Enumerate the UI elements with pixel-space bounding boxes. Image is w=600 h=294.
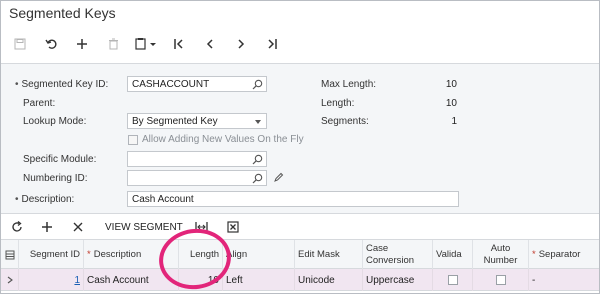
parent-label: Parent: — [23, 98, 56, 109]
max-length-label: Max Length: — [321, 79, 377, 90]
cell-align[interactable]: Left — [223, 269, 295, 291]
delete-row-icon[interactable] — [73, 220, 83, 234]
table-row[interactable]: 1 Cash Account 10 Left Unicode Uppercase… — [1, 269, 599, 291]
cell-auto-number[interactable] — [473, 269, 529, 291]
col-align[interactable]: Align — [223, 240, 295, 269]
refresh-icon[interactable] — [11, 220, 23, 234]
segments-label: Segments: — [321, 116, 369, 127]
view-segment-label: VIEW SEGMENT — [105, 221, 183, 233]
page-title: Segmented Keys — [9, 5, 116, 21]
cell-separator[interactable]: - — [529, 269, 599, 291]
add-icon[interactable] — [71, 35, 93, 53]
chevron-down-icon — [255, 120, 261, 124]
grid-header: Segment ID * Description Length Align Edi… — [1, 239, 599, 269]
description-field[interactable]: Cash Account — [127, 191, 459, 207]
lookup-mode-label: Lookup Mode: — [23, 116, 87, 127]
specific-module-label: Specific Module: — [23, 154, 97, 165]
allow-adding-label: Allow Adding New Values On the Fly — [142, 134, 304, 145]
main-toolbar — [9, 35, 292, 53]
allow-adding-checkbox[interactable] — [128, 135, 138, 145]
lookup-mode-value: By Segmented Key — [132, 116, 218, 127]
max-length-value: 10 — [445, 79, 457, 90]
lookup-mode-select[interactable]: By Segmented Key — [127, 113, 267, 129]
segments-value: 1 — [451, 116, 457, 127]
cell-edit-mask[interactable]: Unicode — [295, 269, 363, 291]
search-icon[interactable] — [252, 173, 263, 184]
summary-form: • Segmented Key ID: CASHACCOUNT Parent: L… — [1, 64, 599, 213]
view-segment-button[interactable]: VIEW SEGMENT — [105, 220, 183, 234]
specific-module-field[interactable] — [127, 151, 267, 167]
segmented-key-id-value: CASHACCOUNT — [132, 79, 210, 90]
last-icon[interactable] — [261, 35, 283, 53]
first-icon[interactable] — [168, 35, 190, 53]
length-label: Length: — [321, 98, 355, 109]
description-value: Cash Account — [132, 194, 194, 205]
header: Segmented Keys — [1, 1, 599, 63]
copy-paste-icon[interactable] — [133, 35, 159, 53]
col-segment-id[interactable]: Segment ID — [19, 240, 84, 269]
col-edit-mask[interactable]: Edit Mask — [295, 240, 363, 269]
col-separator[interactable]: * Separator — [529, 240, 599, 269]
row-arrow-icon — [1, 269, 19, 291]
segmented-keys-screen: Segmented Keys • Segmented Key ID: CASHA… — [0, 0, 600, 294]
col-auto-number[interactable]: Auto Number — [473, 240, 529, 269]
col-validate[interactable]: Valida — [433, 240, 473, 269]
description-label: • Description: — [15, 194, 75, 205]
save-icon[interactable] — [9, 35, 31, 53]
edit-pencil-icon[interactable] — [273, 172, 284, 183]
next-icon[interactable] — [230, 35, 252, 53]
add-row-icon[interactable] — [41, 220, 53, 234]
previous-icon[interactable] — [199, 35, 221, 53]
grid-toolbar: VIEW SEGMENT — [1, 213, 599, 239]
cell-case-conversion[interactable]: Uppercase — [363, 269, 433, 291]
auto-number-checkbox[interactable] — [495, 275, 506, 285]
search-icon[interactable] — [252, 154, 263, 165]
undo-icon[interactable] — [40, 35, 62, 53]
length-value: 10 — [445, 98, 457, 109]
search-icon[interactable] — [252, 79, 263, 90]
export-excel-icon[interactable] — [227, 220, 239, 234]
cell-segment-id[interactable]: 1 — [19, 269, 84, 291]
row-settings-icon[interactable] — [1, 240, 19, 269]
delete-icon[interactable] — [102, 35, 124, 53]
col-case-conversion[interactable]: Case Conversion — [363, 240, 433, 269]
cell-validate[interactable] — [433, 269, 473, 291]
numbering-id-label: Numbering ID: — [23, 173, 88, 184]
numbering-id-field[interactable] — [127, 170, 267, 186]
validate-checkbox[interactable] — [447, 275, 458, 285]
segmented-key-id-label: • Segmented Key ID: — [15, 79, 109, 90]
segmented-key-id-field[interactable]: CASHACCOUNT — [127, 76, 267, 92]
segment-id-link[interactable]: 1 — [74, 275, 80, 286]
